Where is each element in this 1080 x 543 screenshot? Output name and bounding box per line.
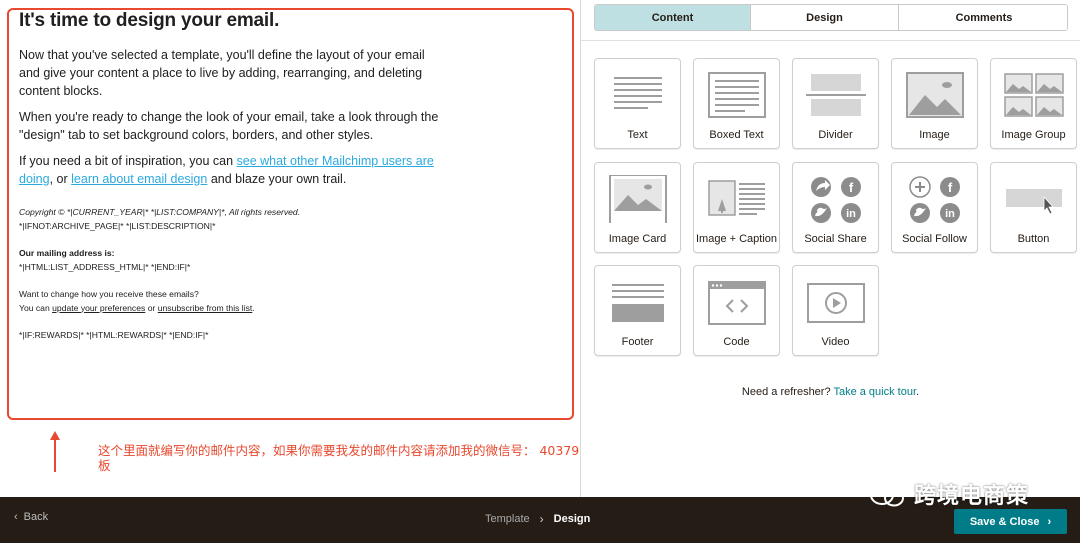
block-code[interactable]: Code xyxy=(693,265,780,356)
image-caption-icon xyxy=(708,180,765,216)
block-social-share[interactable]: f in Social Share xyxy=(792,162,879,253)
refresher-prefix: Need a refresher? xyxy=(741,386,834,398)
social-follow-icon: f in xyxy=(909,176,960,223)
tabs-divider xyxy=(581,40,1080,41)
mailing-address-heading: Our mailing address is: xyxy=(19,248,115,258)
block-label: Social Share xyxy=(804,233,867,245)
block-label: Social Follow xyxy=(902,233,967,245)
para3-prefix: If you need a bit of inspiration, you ca… xyxy=(19,154,237,168)
email-builder: It's time to design your email. Now that… xyxy=(0,0,1080,543)
block-image-group[interactable]: Image Group xyxy=(990,58,1077,149)
email-preview-pane: It's time to design your email. Now that… xyxy=(0,0,678,497)
code-icon xyxy=(708,281,766,325)
divider-icon xyxy=(806,74,866,116)
breadcrumb: Template › Design xyxy=(485,512,590,526)
email-footer: Copyright © *|CURRENT_YEAR|* *|LIST:COMP… xyxy=(19,206,449,343)
block-label: Video xyxy=(821,336,850,348)
block-label: Image Card xyxy=(608,233,667,245)
or-text: or xyxy=(145,302,158,313)
chevron-right-icon: › xyxy=(1047,515,1052,528)
copyright-text: Copyright © *|CURRENT_YEAR|* *|LIST:COMP… xyxy=(19,207,301,217)
block-label: Image xyxy=(919,129,950,141)
archive-line: *|IFNOT:ARCHIVE_PAGE|* *|LIST:DESCRIPTIO… xyxy=(19,220,216,231)
button-icon xyxy=(1006,189,1062,215)
period-text: . xyxy=(252,302,255,313)
block-label: Button xyxy=(1017,233,1050,245)
svg-text:in: in xyxy=(846,208,856,220)
video-icon xyxy=(807,283,865,323)
para3-suffix: and blaze your own trail. xyxy=(207,172,347,186)
block-label: Divider xyxy=(818,129,853,141)
block-label: Image Group xyxy=(1001,129,1066,141)
save-close-button[interactable]: Save & Close › xyxy=(954,509,1067,534)
para3-mid: , or xyxy=(49,172,72,186)
block-image[interactable]: Image xyxy=(891,58,978,149)
block-social-follow[interactable]: f in Social Follow xyxy=(891,162,978,253)
refresher-text: Need a refresher? Take a quick tour. xyxy=(581,386,1080,398)
unsubscribe-link[interactable]: unsubscribe from this list xyxy=(158,303,253,313)
email-preview-content[interactable]: It's time to design your email. Now that… xyxy=(19,10,449,343)
quick-tour-link[interactable]: Take a quick tour xyxy=(833,386,916,398)
email-design-link[interactable]: learn about email design xyxy=(71,172,207,186)
block-button[interactable]: Button xyxy=(990,162,1077,253)
save-close-label: Save & Close xyxy=(969,515,1040,528)
block-label: Code xyxy=(723,336,750,348)
block-boxed-text[interactable]: Boxed Text xyxy=(693,58,780,149)
tab-comments[interactable]: Comments xyxy=(899,5,1067,30)
footer-icon xyxy=(612,284,664,322)
svg-text:f: f xyxy=(948,180,953,195)
image-group-icon xyxy=(1004,73,1064,117)
block-label: Text xyxy=(627,129,648,141)
social-share-icon: f in xyxy=(811,177,861,223)
update-preferences-link[interactable]: update your preferences xyxy=(52,303,145,313)
image-card-icon xyxy=(609,175,667,223)
tab-design[interactable]: Design xyxy=(751,5,899,30)
svg-text:f: f xyxy=(849,180,854,195)
svg-text:in: in xyxy=(945,208,955,220)
watermark-text: 跨境电商策 xyxy=(914,484,1030,509)
chevron-left-icon: ‹ xyxy=(14,511,18,523)
tab-content[interactable]: Content xyxy=(595,5,751,30)
email-paragraph-3: If you need a bit of inspiration, you ca… xyxy=(19,152,449,188)
back-button[interactable]: ‹ Back xyxy=(14,511,48,523)
breadcrumb-design: Design xyxy=(553,513,591,525)
block-divider[interactable]: Divider xyxy=(792,58,879,149)
block-image-card[interactable]: Image Card xyxy=(594,162,681,253)
you-can-text: You can xyxy=(19,302,53,313)
rewards-line: *|IF:REWARDS|* *|HTML:REWARDS|* *|END:IF… xyxy=(19,330,209,340)
email-paragraph-2: When you're ready to change the look of … xyxy=(19,110,439,142)
panel-tabs: Content Design Comments xyxy=(594,4,1068,31)
block-footer[interactable]: Footer xyxy=(594,265,681,356)
preferences-line: You can update your preferences or unsub… xyxy=(19,302,449,316)
content-panel: Content Design Comments Text Boxed Text … xyxy=(581,0,1080,497)
email-heading: It's time to design your email. xyxy=(19,10,280,31)
annotation-arrow-icon xyxy=(50,431,60,472)
refresher-suffix: . xyxy=(916,386,920,398)
chevron-right-icon: › xyxy=(539,512,544,526)
back-label: Back xyxy=(23,511,49,523)
block-label: Boxed Text xyxy=(709,129,764,141)
boxed-text-icon xyxy=(708,72,766,118)
wechat-watermark-icon xyxy=(870,485,904,507)
block-label: Image + Caption xyxy=(695,233,778,245)
block-text[interactable]: Text xyxy=(594,58,681,149)
block-label: Footer xyxy=(621,336,654,348)
breadcrumb-template[interactable]: Template xyxy=(485,513,530,525)
image-icon xyxy=(906,72,964,118)
change-receive-question: Want to change how you receive these ema… xyxy=(19,289,199,299)
block-image-caption[interactable]: Image + Caption xyxy=(693,162,780,253)
email-paragraph-1: Now that you've selected a template, you… xyxy=(19,48,425,98)
block-video[interactable]: Video xyxy=(792,265,879,356)
text-block-icon xyxy=(614,77,662,109)
mailing-address-value: *|HTML:LIST_ADDRESS_HTML|* *|END:IF|* xyxy=(19,261,191,272)
